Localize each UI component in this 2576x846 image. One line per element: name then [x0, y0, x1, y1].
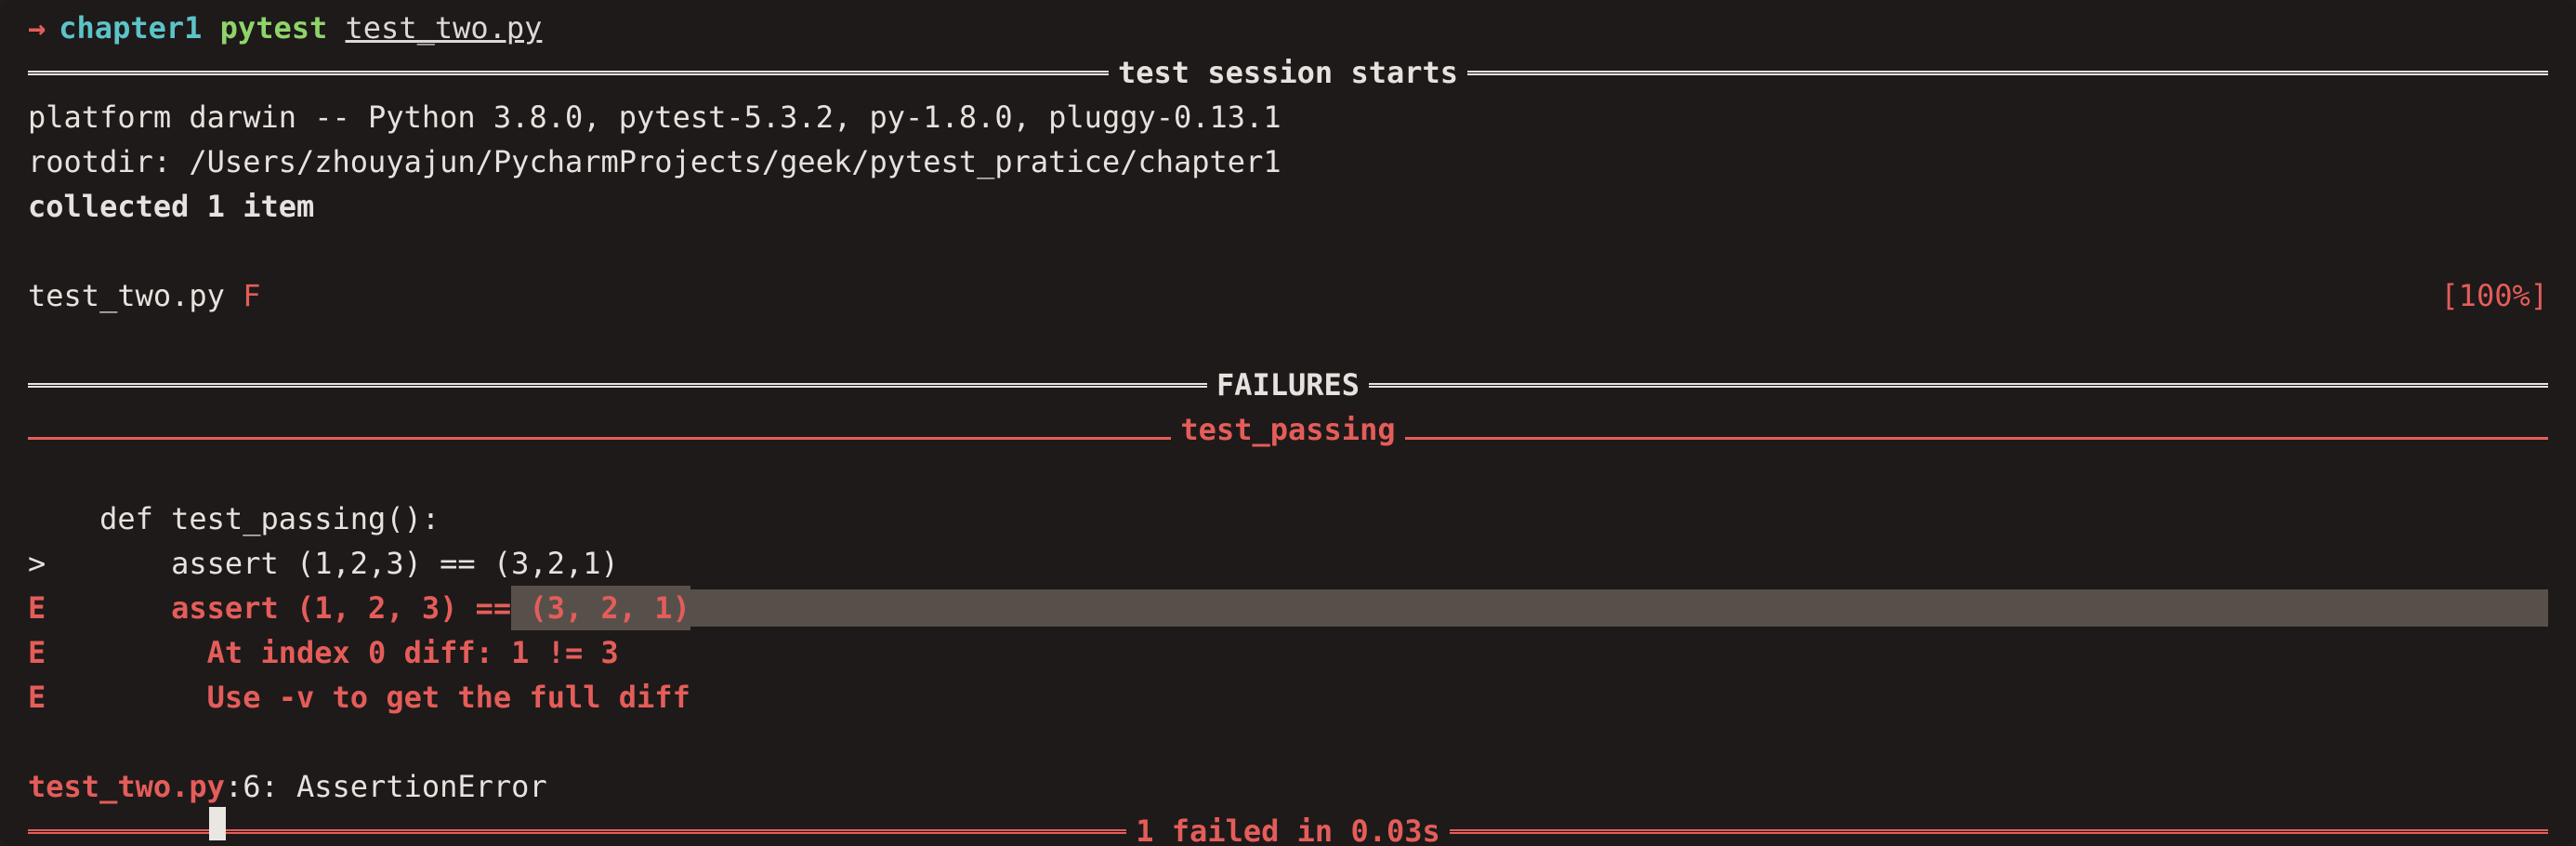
- test-name-label: test_passing: [1171, 407, 1404, 452]
- rootdir-line: rootdir: /Users/zhouyajun/PycharmProject…: [0, 139, 2576, 184]
- platform-line: platform darwin -- Python 3.8.0, pytest-…: [0, 95, 2576, 139]
- failures-divider: FAILURES: [0, 363, 2576, 407]
- prompt-line: → chapter1 pytest test_two.py: [0, 6, 2576, 50]
- summary-divider: 1 failed in 0.03s: [0, 809, 2576, 846]
- prompt-command: pytest: [220, 6, 328, 50]
- traceback-line: test_two.py:6: AssertionError: [0, 764, 2576, 809]
- trace-rest: :6: AssertionError: [225, 764, 547, 809]
- prompt-argument: test_two.py: [346, 6, 543, 50]
- assert-marker: >: [28, 541, 46, 586]
- terminal-window[interactable]: → chapter1 pytest test_two.py test sessi…: [0, 0, 2576, 846]
- progress-percent: [100%]: [2440, 273, 2548, 318]
- cursor-icon: [209, 807, 226, 840]
- error-line-2: E At index 0 diff: 1 != 3: [0, 630, 2576, 675]
- code-def-line: def test_passing():: [0, 496, 2576, 541]
- error-line-3: E Use -v to get the full diff: [0, 675, 2576, 720]
- session-start-divider: test session starts: [0, 50, 2576, 95]
- e-marker: E: [28, 630, 46, 675]
- e3-text: Use -v to get the full diff: [46, 675, 690, 720]
- e1-text-a: assert (1, 2, 3) ==: [46, 586, 511, 630]
- failures-label: FAILURES: [1207, 363, 1369, 407]
- session-start-label: test session starts: [1109, 50, 1467, 95]
- trace-file: test_two.py: [28, 764, 225, 809]
- e2-text: At index 0 diff: 1 != 3: [46, 630, 619, 675]
- e1-text-b-highlight: (3, 2, 1): [511, 586, 690, 630]
- assert-content: assert (1,2,3) == (3,2,1): [46, 541, 619, 586]
- summary-label: 1 failed in 0.03s: [1126, 809, 1450, 846]
- result-file: test_two.py: [28, 273, 243, 318]
- e-marker: E: [28, 675, 46, 720]
- result-flag: F: [243, 273, 260, 318]
- e-marker: E: [28, 586, 46, 630]
- file-result-line: test_two.py F [100%]: [0, 273, 2576, 318]
- code-assert-line: > assert (1,2,3) == (3,2,1): [0, 541, 2576, 586]
- prompt-arrow-icon: →: [28, 6, 46, 50]
- collected-line: collected 1 item: [0, 184, 2576, 229]
- prompt-dir: chapter1: [59, 6, 202, 50]
- error-line-1: E assert (1, 2, 3) == (3, 2, 1): [0, 586, 2576, 630]
- test-name-divider: test_passing: [0, 407, 2576, 452]
- highlight-fill: [690, 589, 2548, 627]
